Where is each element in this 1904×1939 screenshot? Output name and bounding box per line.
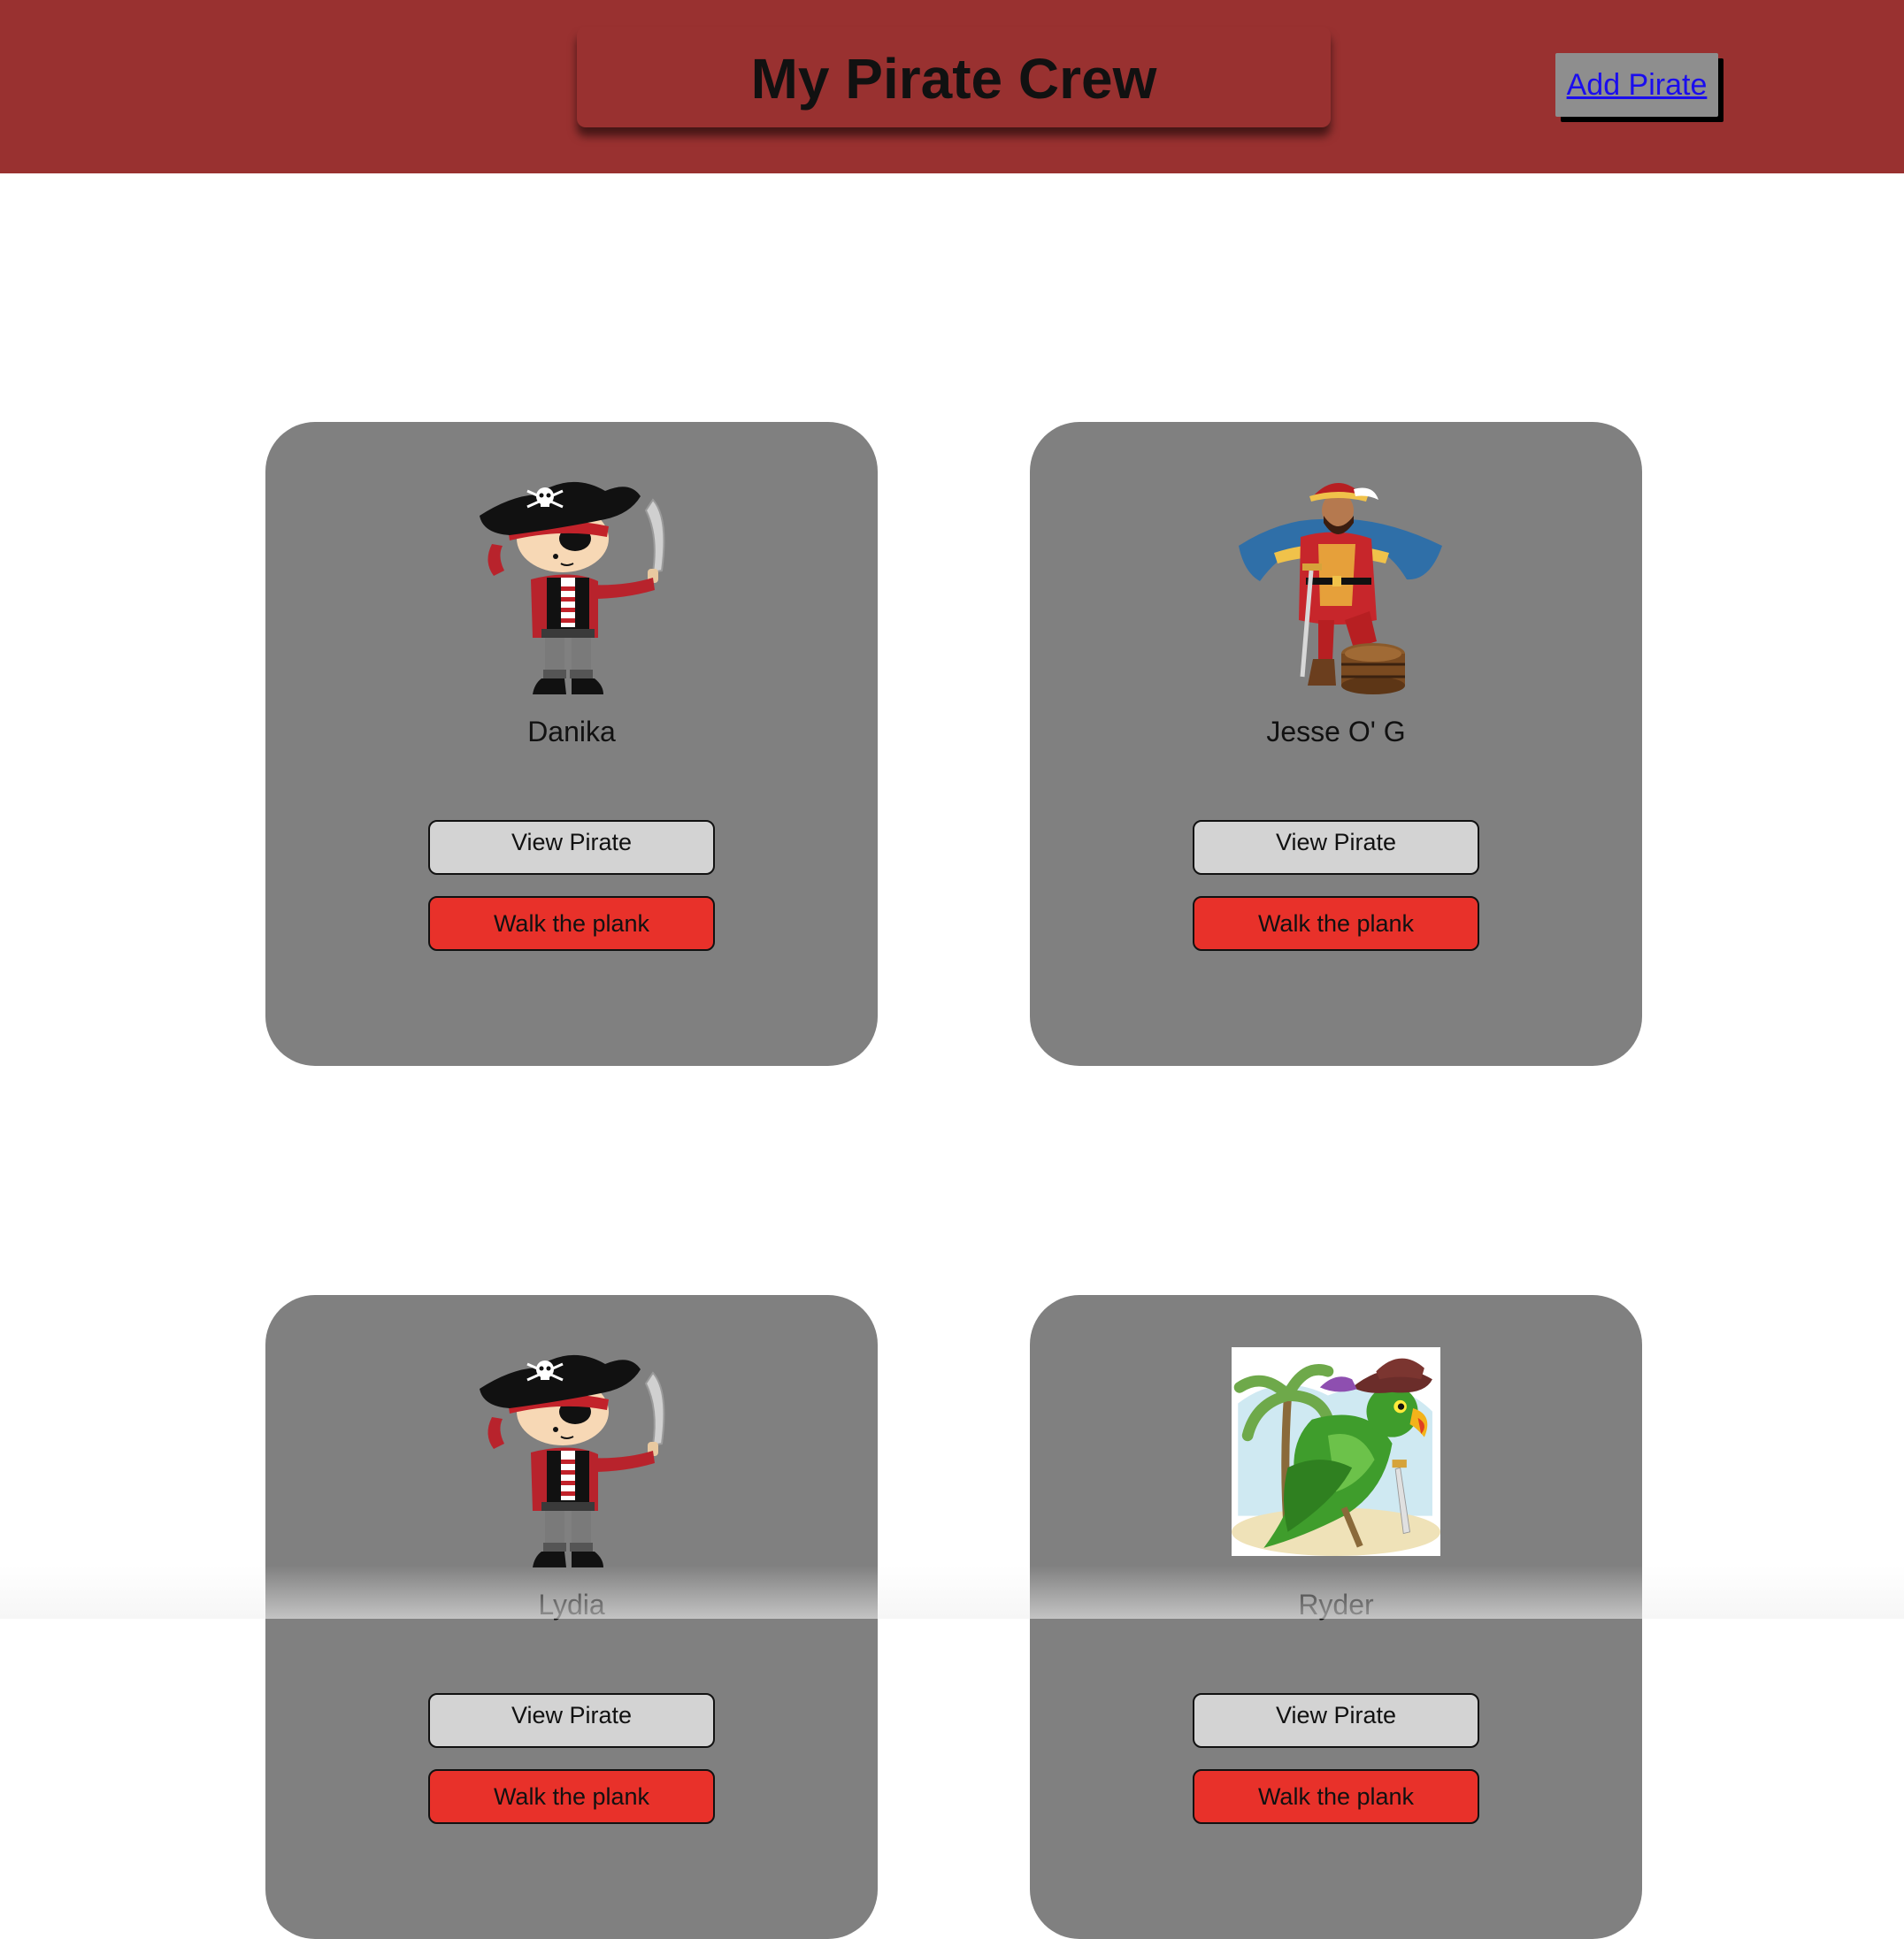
pirate-card: Danika View Pirate Walk the plank <box>265 422 878 1066</box>
view-pirate-button[interactable]: View Pirate <box>428 820 715 875</box>
pirate-card: Lydia View Pirate Walk the plank <box>265 1295 878 1939</box>
view-pirate-button[interactable]: View Pirate <box>428 1693 715 1748</box>
top-header-bar: My Pirate Crew Add Pirate <box>0 0 1904 173</box>
pirate-parrot-image <box>1232 1341 1440 1562</box>
walk-the-plank-button[interactable]: Walk the plank <box>428 1769 715 1824</box>
add-pirate-button[interactable]: Add Pirate <box>1555 53 1718 117</box>
view-pirate-button[interactable]: View Pirate <box>1193 1693 1479 1748</box>
pirate-boy-image <box>457 1337 687 1567</box>
pirate-boy-image <box>457 464 687 694</box>
walk-the-plank-button[interactable]: Walk the plank <box>428 896 715 951</box>
pirate-card: Jesse O' G View Pirate Walk the plank <box>1030 422 1642 1066</box>
pirate-captain-image <box>1221 464 1451 694</box>
walk-the-plank-button[interactable]: Walk the plank <box>1193 896 1479 951</box>
view-pirate-button[interactable]: View Pirate <box>1193 820 1479 875</box>
add-pirate-link[interactable]: Add Pirate <box>1567 68 1708 103</box>
pirate-name: Lydia <box>538 1589 605 1621</box>
title-banner: My Pirate Crew <box>577 27 1331 127</box>
pirate-name: Danika <box>527 716 616 747</box>
pirate-name: Ryder <box>1298 1589 1374 1621</box>
page-title: My Pirate Crew <box>750 47 1157 111</box>
walk-the-plank-button[interactable]: Walk the plank <box>1193 1769 1479 1824</box>
pirate-card: Ryder View Pirate Walk the plank <box>1030 1295 1642 1939</box>
pirate-name: Jesse O' G <box>1266 716 1406 747</box>
